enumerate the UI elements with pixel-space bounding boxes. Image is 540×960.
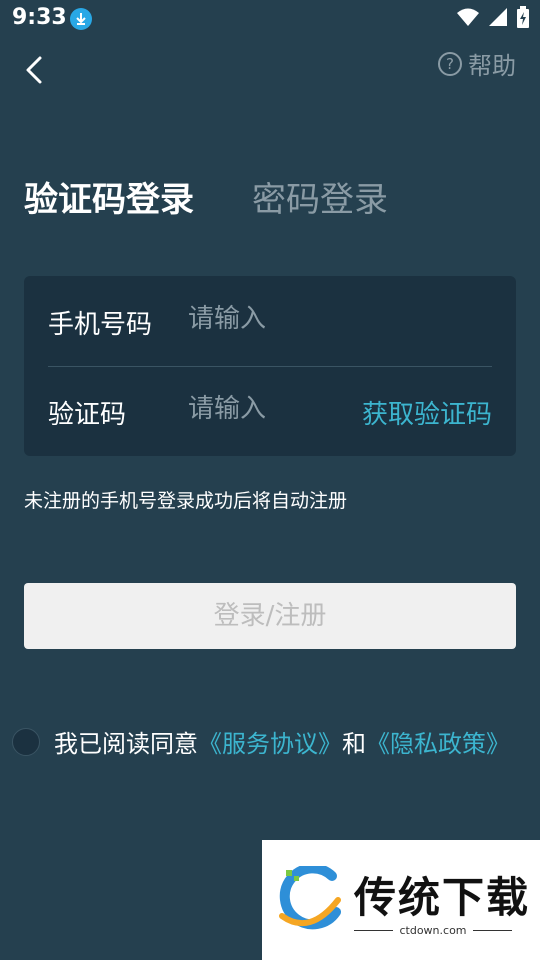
privacy-policy-link[interactable]: 《隐私政策》: [366, 724, 510, 759]
register-hint: 未注册的手机号登录成功后将自动注册: [24, 490, 348, 512]
login-form: 手机号码 验证码 获取验证码: [24, 276, 516, 456]
watermark-subtitle: ctdown.com: [399, 924, 467, 937]
chevron-left-icon: [26, 56, 42, 84]
watermark-logo-icon: [279, 866, 341, 930]
watermark-subtitle-row: ctdown.com: [354, 924, 512, 937]
divider: [354, 930, 394, 931]
agreement-and: 和: [342, 730, 366, 758]
help-label: 帮助: [468, 52, 516, 80]
question-icon: ?: [438, 51, 462, 76]
form-divider: [48, 366, 492, 367]
battery-icon: [517, 6, 529, 28]
wifi-icon: [457, 8, 479, 26]
tab-sms-login[interactable]: 验证码登录: [24, 172, 194, 221]
get-code-button[interactable]: 获取验证码: [362, 394, 492, 431]
status-bar: 9:33: [0, 0, 540, 38]
watermark: 传统下载 ctdown.com: [262, 840, 540, 960]
agreement-prefix: 我已阅读同意: [54, 730, 198, 758]
status-time: 9:33: [12, 5, 67, 30]
divider: [472, 930, 512, 931]
phone-label: 手机号码: [48, 310, 153, 340]
tab-password-login[interactable]: 密码登录: [252, 172, 388, 221]
download-icon: [70, 8, 92, 30]
signal-icon: [489, 8, 507, 26]
agree-radio[interactable]: [12, 727, 40, 756]
back-button[interactable]: [20, 52, 50, 88]
help-button[interactable]: ? 帮助: [438, 46, 516, 81]
watermark-title: 传统下载: [354, 873, 531, 922]
code-input[interactable]: [188, 394, 338, 424]
login-register-button[interactable]: 登录/注册: [24, 583, 516, 649]
service-agreement-link[interactable]: 《服务协议》: [198, 724, 342, 759]
code-label: 验证码: [48, 400, 127, 430]
phone-input[interactable]: [188, 304, 488, 334]
agreement-row: 我已阅读同意 《服务协议》 和 《隐私政策》: [12, 724, 510, 759]
